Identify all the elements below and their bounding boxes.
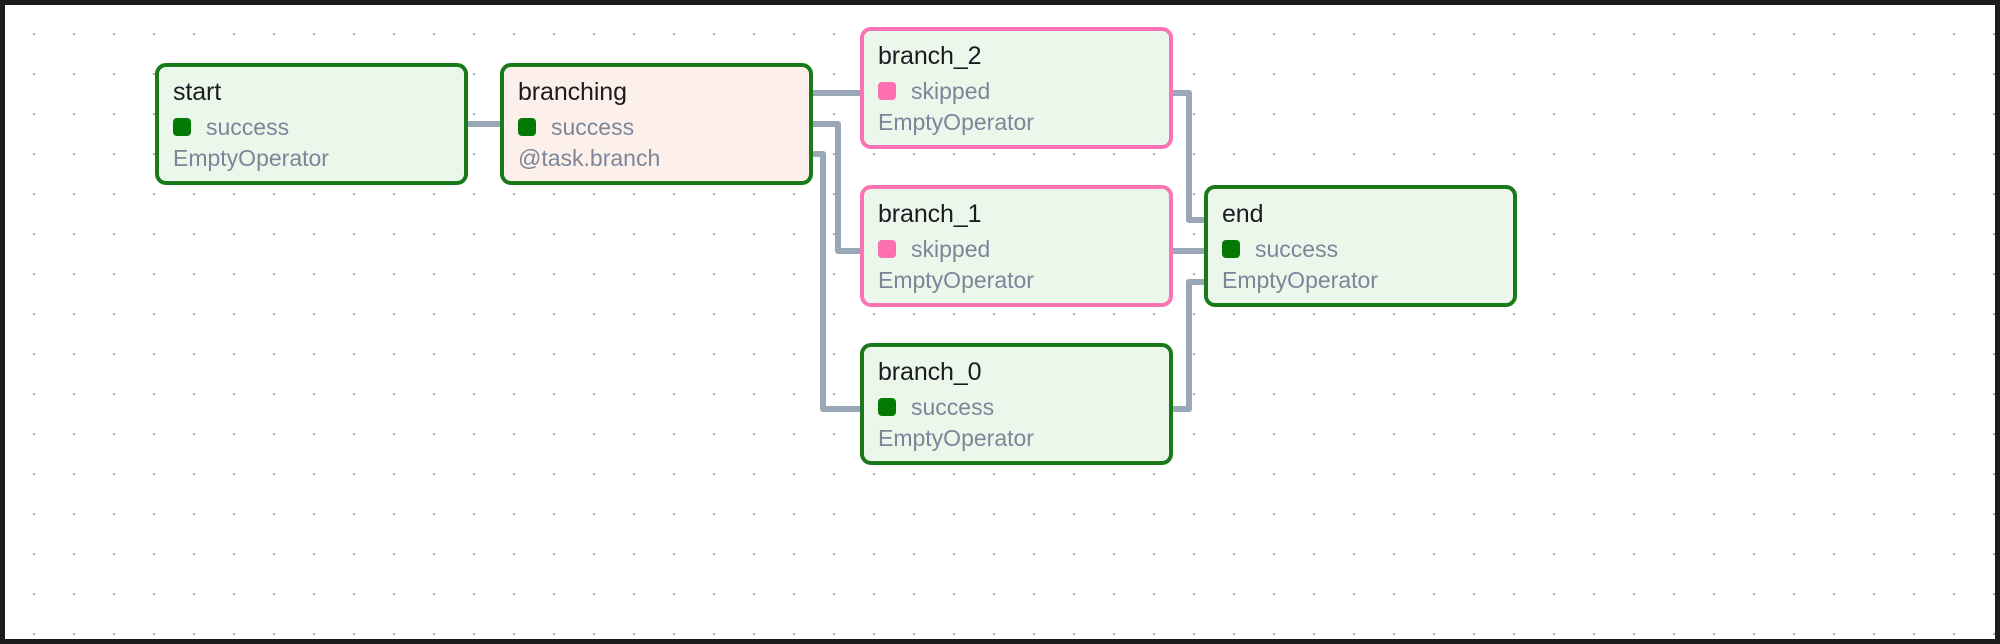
task-node-operator: EmptyOperator: [173, 144, 450, 173]
task-node-state-row: skipped: [878, 77, 1155, 105]
edge-branching-branch_1: [813, 124, 860, 251]
task-node-start[interactable]: start success EmptyOperator: [155, 63, 468, 185]
task-node-state-row: success: [173, 113, 450, 141]
status-swatch-icon: [173, 118, 191, 136]
status-swatch-icon: [878, 82, 896, 100]
task-node-state-row: success: [518, 113, 795, 141]
task-node-operator: EmptyOperator: [878, 108, 1155, 137]
task-node-title: branch_2: [878, 41, 1155, 72]
task-node-title: branch_0: [878, 357, 1155, 388]
task-node-end[interactable]: end success EmptyOperator: [1204, 185, 1517, 307]
status-swatch-icon: [1222, 240, 1240, 258]
task-node-state-row: success: [878, 393, 1155, 421]
status-swatch-icon: [878, 398, 896, 416]
task-node-branching[interactable]: branching success @task.branch: [500, 63, 813, 185]
task-node-state-label: success: [911, 393, 994, 421]
status-swatch-icon: [518, 118, 536, 136]
edge-branch_0-end: [1173, 282, 1204, 409]
task-node-title: end: [1222, 199, 1499, 230]
task-node-branch_0[interactable]: branch_0success EmptyOperator: [860, 343, 1173, 465]
task-node-state-label: success: [1255, 235, 1338, 263]
task-node-title: branch_1: [878, 199, 1155, 230]
task-node-state-row: success: [1222, 235, 1499, 263]
task-node-title: start: [173, 77, 450, 108]
task-node-title: branching: [518, 77, 795, 108]
task-node-state-label: success: [206, 113, 289, 141]
task-node-operator: @task.branch: [518, 144, 795, 173]
task-node-operator: EmptyOperator: [1222, 266, 1499, 295]
task-node-branch_1[interactable]: branch_1skipped EmptyOperator: [860, 185, 1173, 307]
edge-branch_2-end: [1173, 93, 1204, 220]
task-node-operator: EmptyOperator: [878, 424, 1155, 453]
task-node-branch_2[interactable]: branch_2skipped EmptyOperator: [860, 27, 1173, 149]
task-node-state-label: skipped: [911, 77, 990, 105]
edge-branching-branch_0: [813, 154, 860, 409]
status-swatch-icon: [878, 240, 896, 258]
task-node-state-label: success: [551, 113, 634, 141]
dag-graph-canvas[interactable]: start success EmptyOperator branching succes…: [0, 0, 2000, 644]
task-node-operator: EmptyOperator: [878, 266, 1155, 295]
task-node-state-row: skipped: [878, 235, 1155, 263]
task-node-state-label: skipped: [911, 235, 990, 263]
